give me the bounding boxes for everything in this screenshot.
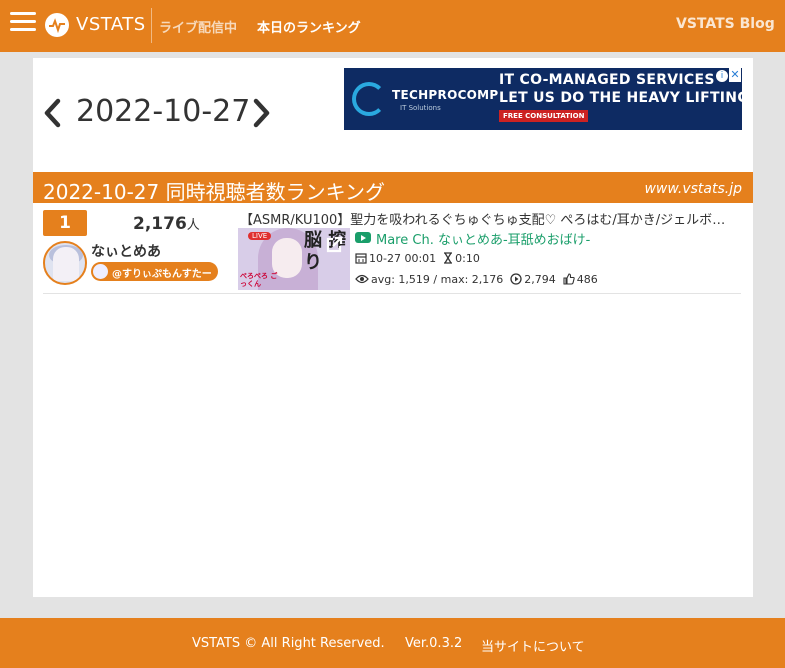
top-navbar: VSTATS ライブ配信中 本日のランキング VSTATS Blog [0,0,785,52]
chevron-right-icon[interactable] [250,96,272,132]
chevron-left-icon[interactable] [42,96,64,132]
ad-info-icon[interactable]: i [716,70,728,82]
ad-headline-1: IT CO-MANAGED SERVICES [499,72,715,88]
live-badge: LIVE [248,232,272,240]
video-stats: avg: 1,519 / max: 2,176 2,794 486 [355,273,598,286]
viewer-stats: avg: 1,519 / max: 2,176 [371,273,504,286]
current-date: 2022-10-27 [76,94,251,129]
nav-ranking-link[interactable]: 本日のランキング [257,17,361,36]
ad-logo-icon [352,82,386,116]
youtube-icon [355,232,371,243]
footer: VSTATS © All Right Reserved. Ver.0.3.2 当… [0,618,785,668]
external-link-icon[interactable] [325,236,343,254]
video-thumbnail[interactable]: 脳 搾り LIVE ぺろぺろ ごっくん [238,228,350,290]
channel-name[interactable]: なぃとめあ [91,241,161,261]
group-icon [93,264,108,279]
ranking-row: 1 2,176人 なぃとめあ @すりぃぷもんすたー 脳 搾り LIVE ぺろぺろ… [43,208,741,294]
viewer-count-value: 2,176 [133,214,187,234]
ad-brand: TECHPROCOMP [392,88,499,102]
copyright-text: VSTATS © All Right Reserved. [192,636,385,651]
play-circle-icon [510,273,522,285]
like-count: 486 [576,273,598,286]
pulse-logo-icon[interactable] [45,13,69,37]
ranking-section-header: 2022-10-27 同時視聴者数ランキング www.vstats.jp [33,172,753,204]
section-title: 2022-10-27 同時視聴者数ランキング [43,180,385,204]
hourglass-icon [444,252,453,264]
group-badge[interactable]: @すりぃぷもんすたー [91,262,218,281]
ad-cta-button[interactable]: FREE CONSULTATION [499,110,589,122]
ad-headline-2: LET US DO THE HEAVY LIFTING [499,90,742,106]
main-panel [33,58,753,597]
eye-icon [355,274,369,284]
video-schedule: 10-27 00:01 0:10 [355,252,480,265]
ad-close-icon[interactable]: ✕ [729,68,741,82]
view-count: 2,794 [524,273,556,286]
duration: 0:10 [455,252,480,265]
group-label: @すりぃぷもんすたー [112,269,212,280]
thumbnail-caption: ぺろぺろ ごっくん [240,272,278,288]
nav-divider [151,8,152,43]
brand-name[interactable]: VSTATS [76,14,146,35]
viewer-count: 2,176人 [133,214,200,234]
nav-live-link[interactable]: ライブ配信中 [159,17,237,36]
nav-blog-link[interactable]: VSTATS Blog [676,16,775,32]
menu-icon[interactable] [10,12,36,40]
advertisement-banner[interactable]: TECHPROCOMP IT Solutions IT CO-MANAGED S… [344,68,742,130]
start-time: 10-27 00:01 [369,252,437,265]
ad-brand-sub: IT Solutions [400,104,441,112]
version-text: Ver.0.3.2 [405,636,463,651]
thumbs-up-icon [563,273,575,285]
site-url: www.vstats.jp [644,181,742,197]
channel-link[interactable]: Mare Ch. なぃとめあ-耳舐めおばけ- [376,229,590,248]
calendar-icon [355,253,367,264]
about-link[interactable]: 当サイトについて [481,636,585,655]
channel-avatar[interactable] [43,241,87,285]
viewer-count-unit: 人 [186,218,200,233]
video-title[interactable]: 【ASMR/KU100】聖力を吸われるぐちゅぐちゅ支配♡ ぺろはむ/耳かき/ジェ… [240,209,735,228]
rank-badge: 1 [43,210,87,236]
